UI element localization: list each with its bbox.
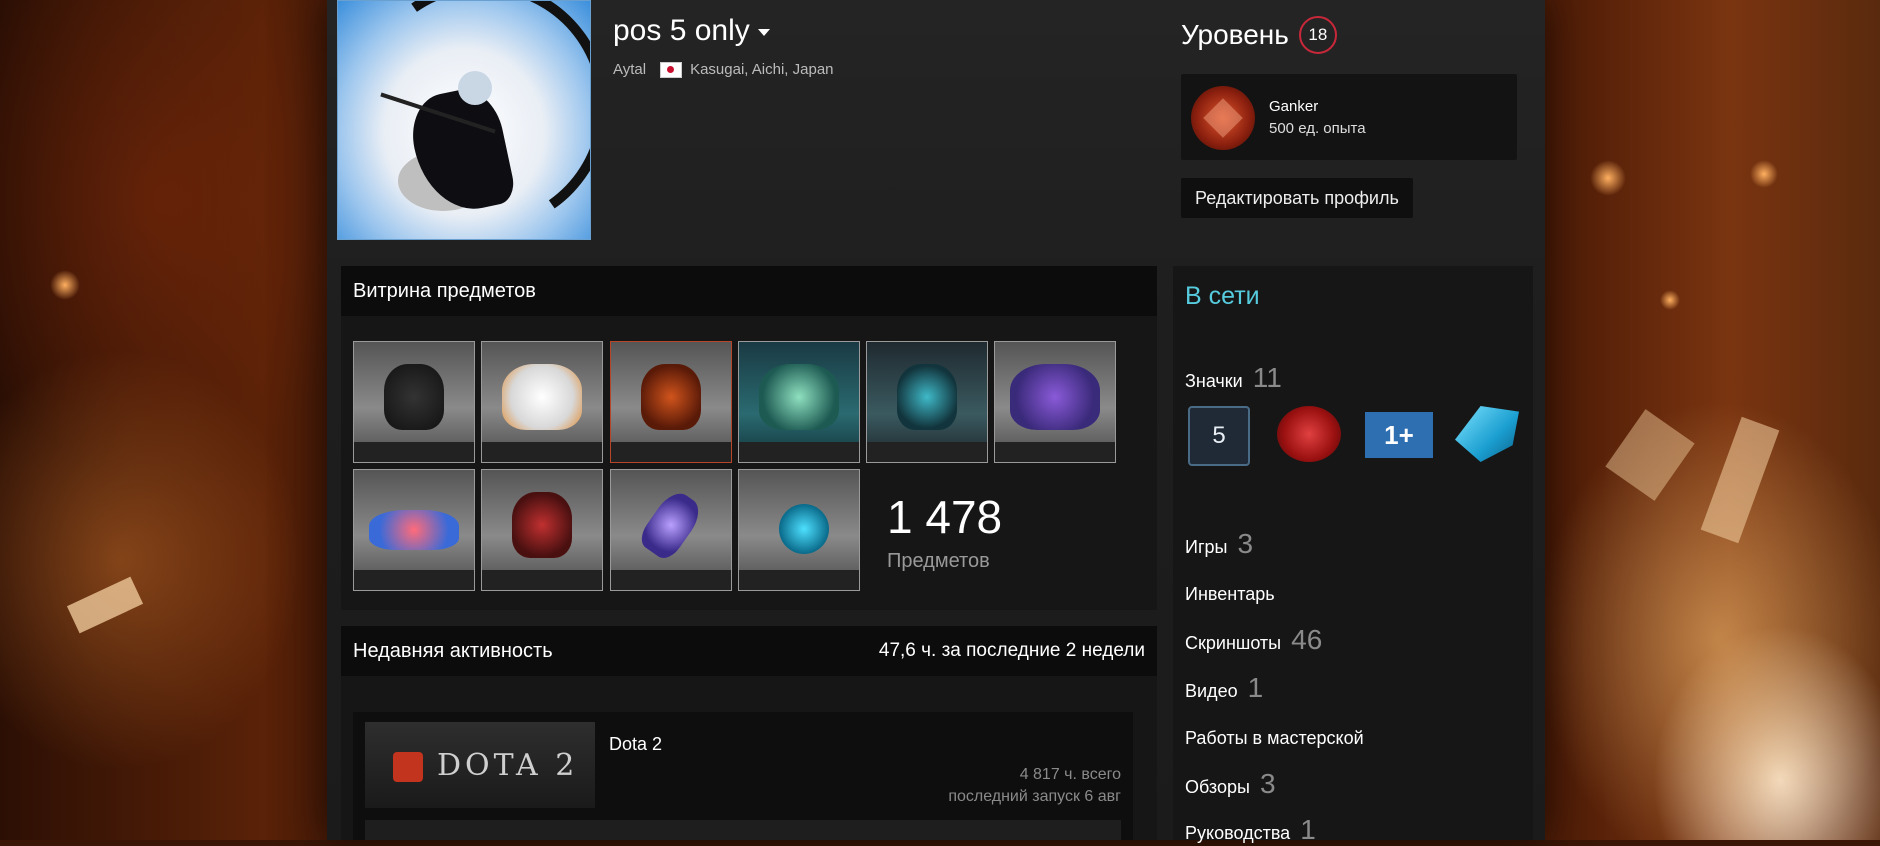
guides-label: Руководства — [1185, 823, 1291, 843]
level-section: Уровень 18 — [1181, 16, 1337, 54]
reviews-label: Обзоры — [1185, 777, 1250, 797]
years-of-service-badge-icon[interactable]: 5 — [1188, 406, 1250, 466]
profile-page: pos 5 only Aytal Kasugai, Aichi, Japan У… — [327, 0, 1545, 845]
recent-game: DOTA 2 Dota 2 4 817 ч. всего последний з… — [353, 712, 1133, 840]
location: Kasugai, Aichi, Japan — [690, 61, 834, 78]
game-total-hours: 4 817 ч. всего — [1019, 766, 1121, 783]
videos-link[interactable]: Видео 1 — [1185, 672, 1263, 704]
level-badge[interactable]: 18 — [1298, 16, 1337, 54]
persona-name: pos 5 only — [613, 14, 750, 47]
seal-badge-icon[interactable] — [1277, 406, 1341, 462]
recent-activity: Недавняя активность 47,6 ч. за последние… — [341, 626, 1157, 840]
games-label: Игры — [1185, 537, 1228, 557]
showcase-item[interactable] — [353, 341, 475, 463]
item-count[interactable]: 1 478 — [887, 490, 1002, 544]
games-count: 3 — [1237, 528, 1254, 559]
profile-avatar[interactable] — [337, 0, 591, 240]
featured-badge[interactable]: Ganker 500 ед. опыта — [1181, 74, 1517, 160]
real-name: Aytal — [613, 61, 647, 78]
screenshots-link[interactable]: Скриншоты 46 — [1185, 624, 1322, 656]
item-showcase: Витрина предметов 1 478 Предметов — [341, 266, 1157, 610]
game-name[interactable]: Dota 2 — [609, 734, 662, 755]
badges-count: 11 — [1252, 362, 1282, 393]
recent-hours: 47,6 ч. за последние 2 недели — [878, 640, 1145, 661]
badges-label: Значки — [1185, 371, 1243, 391]
showcase-item[interactable] — [738, 469, 860, 591]
dota-logo-text: DOTA 2 — [437, 748, 579, 783]
game-last-played: последний запуск 6 авг — [948, 788, 1121, 805]
profile-sidebar: В сети Значки 11 5 1+ Игры 3 Инвентарь С… — [1173, 266, 1533, 845]
featured-badge-name: Ganker — [1269, 98, 1319, 115]
featured-badge-xp: 500 ед. опыта — [1269, 120, 1366, 137]
caret-down-icon — [757, 28, 770, 36]
online-status: В сети — [1185, 282, 1260, 310]
guides-count: 1 — [1300, 814, 1316, 845]
showcase-item[interactable] — [610, 469, 732, 591]
inventory-label: Инвентарь — [1185, 584, 1275, 604]
showcase-item[interactable] — [610, 341, 732, 463]
reviews-count: 3 — [1259, 768, 1276, 799]
badges-link[interactable]: Значки 11 — [1185, 362, 1282, 394]
recent-activity-label: Недавняя активность — [353, 640, 553, 662]
showcase-item[interactable] — [481, 341, 603, 463]
one-plus-badge-icon[interactable]: 1+ — [1365, 412, 1433, 458]
games-link[interactable]: Игры 3 — [1185, 528, 1253, 560]
game-achievements-bar — [365, 820, 1121, 840]
showcase-title: Витрина предметов — [341, 266, 1157, 316]
item-count-label: Предметов — [887, 550, 990, 572]
edit-profile-button[interactable]: Редактировать профиль — [1181, 178, 1413, 218]
screenshots-count: 46 — [1291, 624, 1323, 655]
guides-link[interactable]: Руководства 1 — [1185, 814, 1316, 846]
showcase-item[interactable] — [738, 341, 860, 463]
screenshots-label: Скриншоты — [1185, 633, 1282, 653]
showcase-item[interactable] — [481, 469, 603, 591]
workshop-link[interactable]: Работы в мастерской — [1185, 728, 1364, 749]
workshop-label: Работы в мастерской — [1185, 728, 1364, 748]
showcase-item[interactable] — [994, 341, 1116, 463]
showcase-item[interactable] — [866, 341, 988, 463]
level-label: Уровень — [1181, 19, 1289, 50]
inventory-link[interactable]: Инвентарь — [1185, 584, 1275, 605]
profile-subline: Aytal Kasugai, Aichi, Japan — [613, 61, 834, 78]
dota-logo-icon — [393, 752, 423, 782]
game-capsule[interactable]: DOTA 2 — [365, 722, 595, 808]
japan-flag-icon — [660, 61, 683, 78]
videos-label: Видео — [1185, 681, 1238, 701]
videos-count: 1 — [1247, 672, 1264, 703]
persona-name-dropdown[interactable]: pos 5 only — [613, 14, 770, 48]
reviews-link[interactable]: Обзоры 3 — [1185, 768, 1276, 800]
ganker-badge-icon — [1191, 86, 1255, 150]
crystal-badge-icon[interactable] — [1455, 406, 1519, 462]
showcase-item[interactable] — [353, 469, 475, 591]
